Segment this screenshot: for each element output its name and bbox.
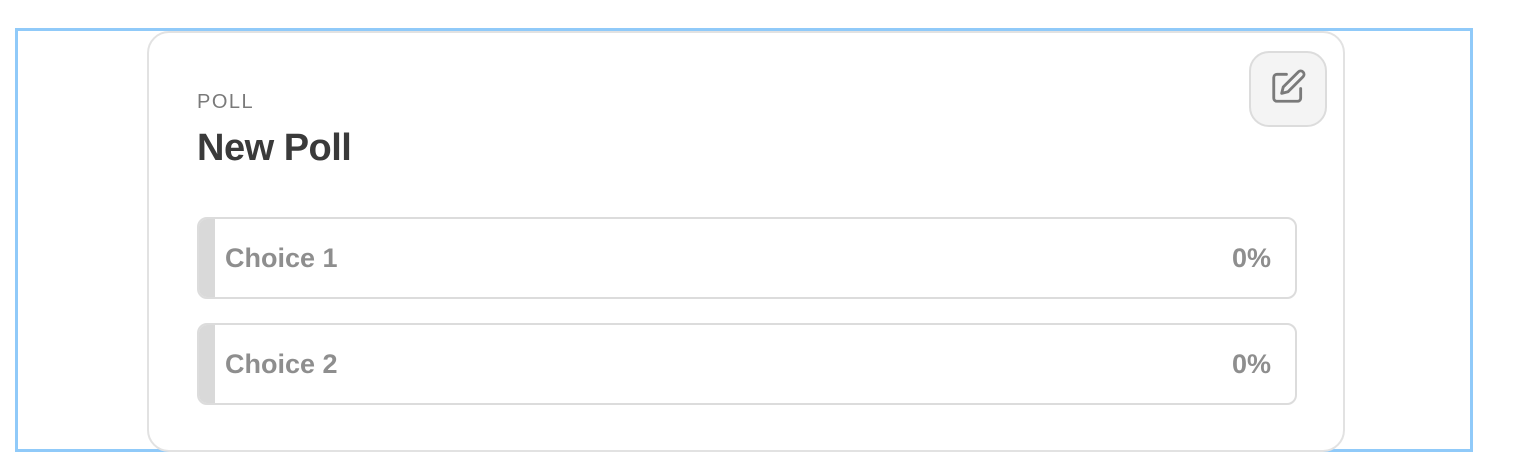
edit-button[interactable] — [1249, 51, 1327, 127]
choice-result-bar — [199, 219, 215, 297]
choice-percent: 0% — [1231, 349, 1271, 379]
edit-icon — [1269, 68, 1307, 111]
poll-choices: Choice 1 0% Choice 2 0% — [197, 217, 1297, 429]
poll-kind-label: POLL — [197, 91, 255, 113]
choice-label: Choice 1 — [225, 243, 338, 273]
poll-choice-2[interactable]: Choice 2 0% — [197, 323, 1297, 405]
choice-result-bar — [199, 325, 215, 403]
poll-card: POLL New Poll Choice 1 0% Choice 2 0% — [147, 31, 1345, 452]
poll-title: New Poll — [197, 127, 352, 169]
choice-label: Choice 2 — [225, 349, 338, 379]
poll-choice-1[interactable]: Choice 1 0% — [197, 217, 1297, 299]
choice-percent: 0% — [1231, 243, 1271, 273]
